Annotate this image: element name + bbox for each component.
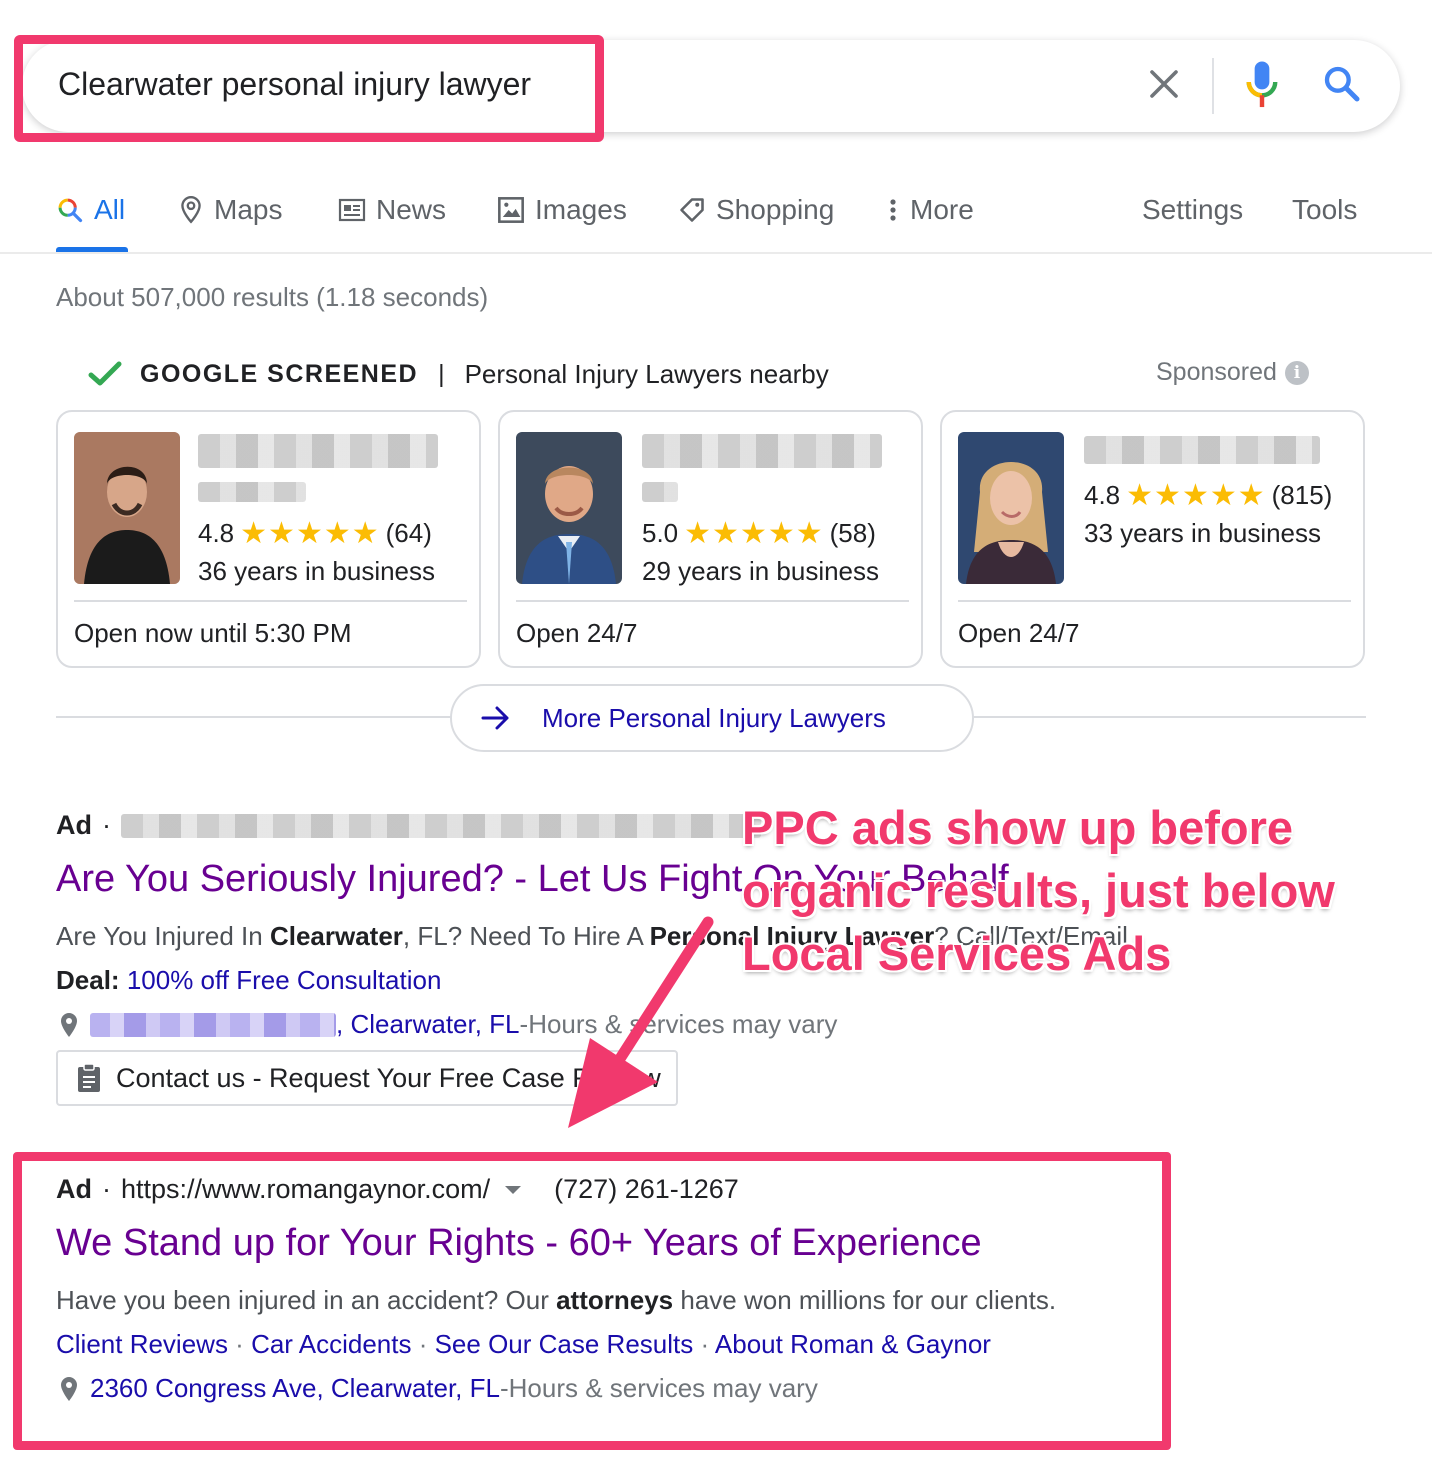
sponsored-label[interactable]: Sponsored i [1156, 358, 1309, 387]
tab-label: News [376, 194, 447, 225]
deal-link[interactable]: 100% off Free Consultation [127, 965, 442, 995]
lsa-header: GOOGLE SCREENED | Personal Injury Lawyer… [88, 356, 829, 392]
lawyer-photo [958, 432, 1064, 584]
blurred-business-name [198, 434, 438, 468]
tab-label: More [910, 194, 974, 225]
lawyer-photo [74, 432, 180, 584]
blurred-business-name [642, 482, 678, 502]
business-hours: Open 24/7 [516, 618, 638, 648]
star-rating-icon: ★★★★★ [240, 517, 380, 550]
lsa-card[interactable]: 4.8 ★★★★★ (815) 33 years in business Ope… [940, 410, 1365, 668]
business-hours: Open now until 5:30 PM [74, 618, 352, 648]
ad-deal[interactable]: Deal: 100% off Free Consultation [56, 965, 441, 996]
tag-icon [680, 198, 704, 222]
arrow-right-icon [481, 706, 509, 730]
tab-label: Images [535, 194, 627, 225]
ad-label: Ad [56, 810, 92, 840]
card-divider [516, 600, 909, 602]
query-highlight-box [14, 35, 604, 142]
annotation-arrow [568, 916, 714, 1128]
blurred-ad-url [121, 813, 761, 838]
more-lawyers-label: More Personal Injury Lawyers [542, 702, 886, 733]
tab-more[interactable]: More [886, 190, 974, 230]
tabs-divider [0, 252, 1432, 254]
info-icon[interactable]: i [1284, 360, 1309, 385]
address-link[interactable]: , Clearwater, FL [336, 1009, 520, 1040]
lsa-subtitle: Personal Injury Lawyers nearby [464, 358, 829, 389]
business-hours: Open 24/7 [958, 618, 1080, 648]
tab-label: Settings [1142, 194, 1244, 225]
more-lawyers-button[interactable]: More Personal Injury Lawyers [450, 684, 974, 752]
review-count: (64) [385, 518, 432, 548]
years-in-business: 36 years in business [198, 556, 436, 586]
tab-news[interactable]: News [338, 190, 446, 230]
annotation-callout: PPC ads show up before organic results, … [742, 801, 1335, 980]
ad-highlight-box [13, 1152, 1171, 1450]
checkmark-icon [88, 361, 122, 386]
tab-tools[interactable]: Tools [1292, 190, 1357, 230]
tab-all[interactable]: All [56, 190, 125, 230]
results-stats: About 507,000 results (1.18 seconds) [56, 282, 489, 312]
search-divider [1212, 58, 1214, 114]
tab-label: Shopping [716, 194, 835, 225]
tab-maps[interactable]: Maps [178, 190, 282, 230]
search-icon[interactable] [1322, 64, 1362, 104]
lsa-card[interactable]: 5.0 ★★★★★ (58) 29 years in business Open… [498, 410, 923, 668]
lawyer-photo [516, 432, 622, 584]
blurred-address [90, 1012, 336, 1037]
tab-settings[interactable]: Settings [1142, 190, 1243, 230]
google-screened-badge: GOOGLE SCREENED [140, 359, 419, 388]
review-count: (58) [829, 518, 876, 548]
rating-row: 4.8 ★★★★★ (815) [1084, 478, 1332, 513]
header-separator: | [438, 359, 445, 388]
star-rating-icon: ★★★★★ [684, 517, 824, 550]
lsa-card[interactable]: 4.8 ★★★★★ (64) 36 years in business Open… [56, 410, 481, 668]
rating-row: 4.8 ★★★★★ (64) [198, 516, 432, 551]
close-icon[interactable] [1146, 66, 1182, 102]
review-count: (815) [1271, 480, 1333, 510]
years-in-business: 29 years in business [642, 556, 880, 586]
blurred-business-name [198, 482, 306, 502]
star-rating-icon: ★★★★★ [1126, 479, 1266, 512]
tab-images[interactable]: Images [497, 190, 627, 230]
desc-text: Are You Injured In [56, 921, 270, 951]
location-separator: - [519, 1009, 529, 1039]
ad-header: Ad · [56, 810, 761, 841]
rating-value: 4.8 [1084, 480, 1121, 510]
separator-dot: · [102, 810, 111, 840]
search-icon [58, 198, 83, 223]
tab-label: Tools [1292, 194, 1358, 225]
map-pin-icon [61, 1012, 77, 1037]
rating-value: 5.0 [642, 518, 679, 548]
rating-row: 5.0 ★★★★★ (58) [642, 516, 876, 551]
blurred-business-name [642, 434, 882, 468]
sponsored-text: Sponsored [1156, 358, 1277, 386]
tab-label: Maps [214, 194, 283, 225]
clipboard-icon [78, 1063, 100, 1092]
more-vert-icon [890, 199, 896, 221]
card-divider [958, 600, 1351, 602]
deal-label: Deal: [56, 965, 120, 995]
image-icon [498, 197, 524, 223]
card-divider [74, 600, 467, 602]
map-pin-icon [181, 195, 201, 224]
news-icon [338, 198, 366, 222]
tab-shopping[interactable]: Shopping [678, 190, 834, 230]
tab-label: All [94, 194, 126, 225]
desc-keyword: Clearwater [269, 921, 403, 951]
blurred-business-name [1084, 436, 1320, 464]
years-in-business: 33 years in business [1084, 518, 1322, 548]
rating-value: 4.8 [198, 518, 235, 548]
microphone-icon[interactable] [1244, 60, 1280, 110]
